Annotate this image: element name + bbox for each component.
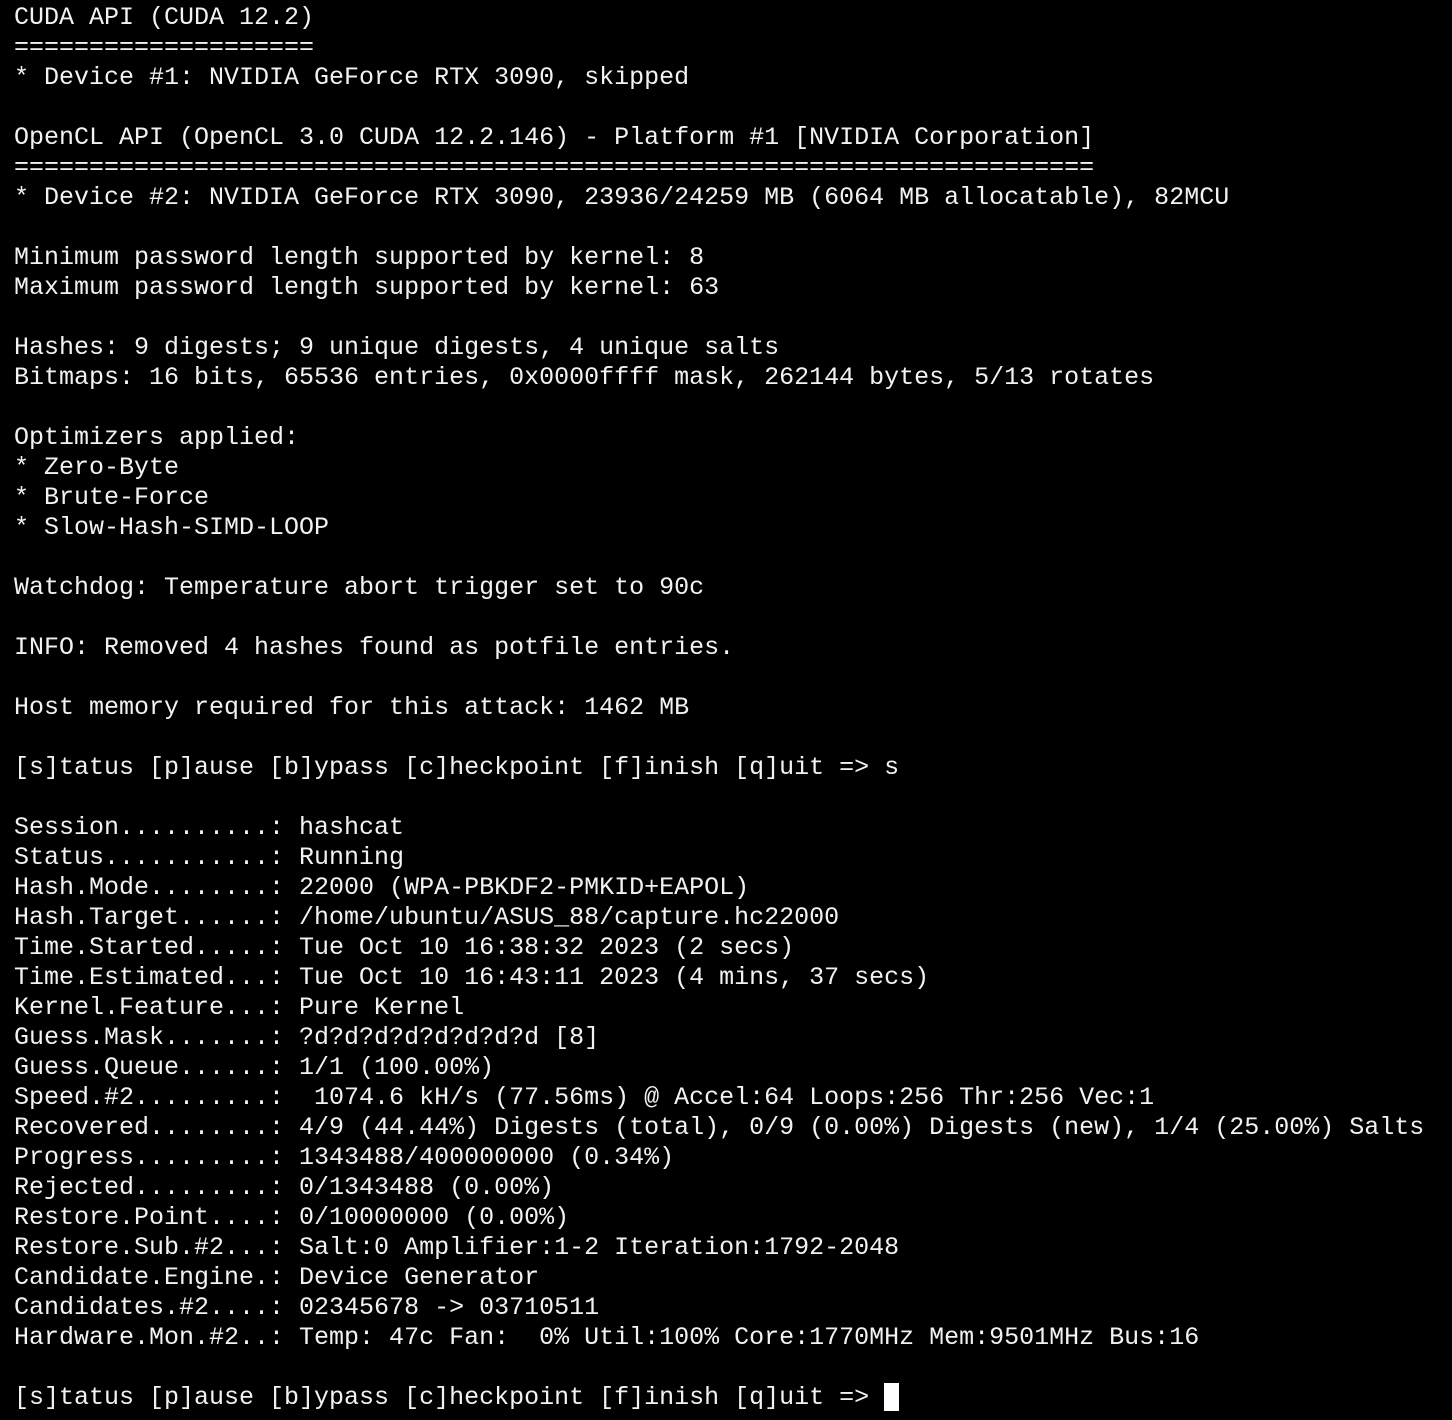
prompt-text: [s]tatus [p]ause [b]ypass [c]heckpoint [… xyxy=(14,1383,870,1412)
terminal-line: Restore.Sub.#2...: Salt:0 Amplifier:1-2 … xyxy=(14,1233,900,1262)
terminal-line: Watchdog: Temperature abort trigger set … xyxy=(14,573,705,602)
terminal-line: Rejected.........: 0/1343488 (0.00%) xyxy=(14,1173,555,1202)
terminal-line: * Zero-Byte xyxy=(14,453,180,482)
terminal-line: Maximum password length supported by ker… xyxy=(14,273,720,302)
terminal-line: Time.Started.....: Tue Oct 10 16:38:32 2… xyxy=(14,933,795,962)
terminal-line: INFO: Removed 4 hashes found as potfile … xyxy=(14,633,735,662)
terminal-line: Candidates.#2....: 02345678 -> 03710511 xyxy=(14,1293,600,1322)
terminal-line: Recovered........: 4/9 (44.44%) Digests … xyxy=(14,1113,1425,1142)
terminal-line: Time.Estimated...: Tue Oct 10 16:43:11 2… xyxy=(14,963,930,992)
terminal-line: Minimum password length supported by ker… xyxy=(14,243,705,272)
terminal-line: ========================================… xyxy=(14,153,1095,182)
terminal-line: * Slow-Hash-SIMD-LOOP xyxy=(14,513,330,542)
terminal-line: Restore.Point....: 0/10000000 (0.00%) xyxy=(14,1203,570,1232)
terminal-line: Hash.Mode........: 22000 (WPA-PBKDF2-PMK… xyxy=(14,873,750,902)
terminal-line: Candidate.Engine.: Device Generator xyxy=(14,1263,540,1292)
terminal-line: Speed.#2.........: 1074.6 kH/s (77.56ms)… xyxy=(14,1083,1155,1112)
terminal-line: ==================== xyxy=(14,33,315,62)
terminal-line: * Device #2: NVIDIA GeForce RTX 3090, 23… xyxy=(14,183,1230,212)
terminal-line: Status...........: Running xyxy=(14,843,405,872)
terminal-line: Host memory required for this attack: 14… xyxy=(14,693,690,722)
cursor-block[interactable] xyxy=(884,1383,900,1411)
terminal-line: Guess.Queue......: 1/1 (100.00%) xyxy=(14,1053,495,1082)
terminal-line: Guess.Mask.......: ?d?d?d?d?d?d?d?d [8] xyxy=(14,1023,600,1052)
terminal-line: [s]tatus [p]ause [b]ypass [c]heckpoint [… xyxy=(14,753,900,782)
terminal-line: Optimizers applied: xyxy=(14,423,300,452)
terminal-line: OpenCL API (OpenCL 3.0 CUDA 12.2.146) - … xyxy=(14,123,1095,152)
terminal-line: CUDA API (CUDA 12.2) xyxy=(14,3,315,32)
terminal-line: Hash.Target......: /home/ubuntu/ASUS_88/… xyxy=(14,903,840,932)
terminal-line: Progress.........: 1343488/400000000 (0.… xyxy=(14,1143,675,1172)
terminal-line: * Brute-Force xyxy=(14,483,210,512)
terminal-line: * Device #1: NVIDIA GeForce RTX 3090, sk… xyxy=(14,63,690,92)
terminal-line: Hashes: 9 digests; 9 unique digests, 4 u… xyxy=(14,333,780,362)
terminal-prompt-line[interactable]: [s]tatus [p]ause [b]ypass [c]heckpoint [… xyxy=(14,1383,1424,1413)
terminal-line: Session..........: hashcat xyxy=(14,813,405,842)
terminal-line: Hardware.Mon.#2..: Temp: 47c Fan: 0% Uti… xyxy=(14,1323,1200,1352)
terminal-line: Kernel.Feature...: Pure Kernel xyxy=(14,993,465,1022)
terminal-output: CUDA API (CUDA 12.2) ====================… xyxy=(14,3,1424,1413)
terminal-line: Bitmaps: 16 bits, 65536 entries, 0x0000f… xyxy=(14,363,1155,392)
